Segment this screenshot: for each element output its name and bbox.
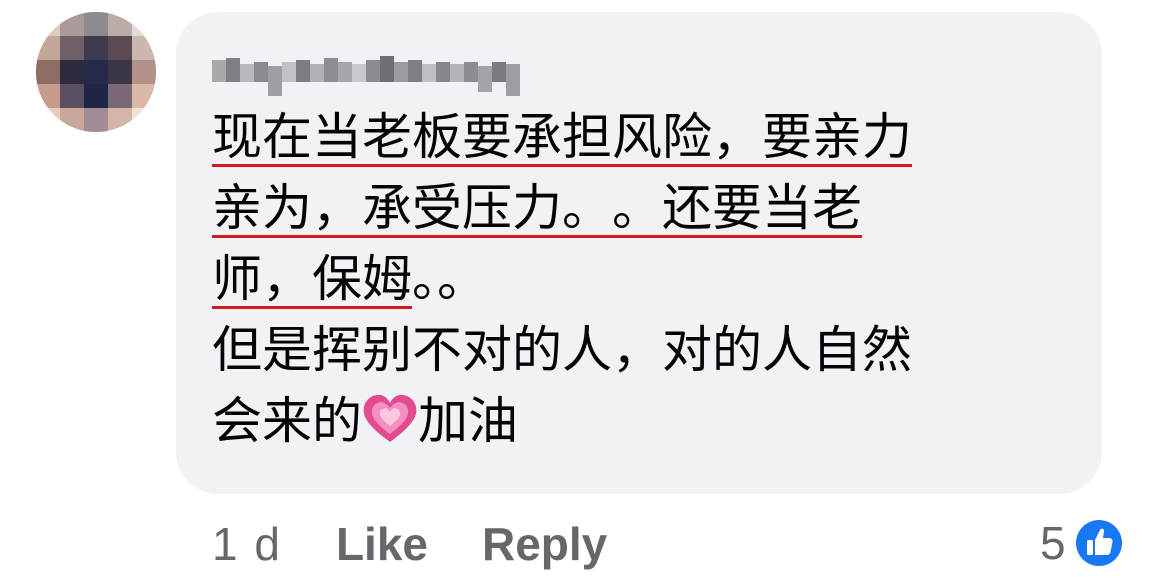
blurred-name-image (212, 56, 520, 96)
comment-fragment: 加油 (418, 392, 518, 450)
comment-fragment: 。。 (412, 250, 487, 308)
reaction-summary[interactable]: 5 (1040, 512, 1126, 574)
comment-fragment: 会来的 (212, 392, 362, 450)
avatar-image (36, 12, 156, 132)
comment-line: 会来的 加油 (212, 386, 1082, 457)
reply-button[interactable]: Reply (482, 517, 607, 571)
like-icon (1072, 517, 1125, 569)
underlined-text: 。还要当老 (612, 173, 862, 244)
comment-line: 现在当老板要承担风险，要亲力 (212, 102, 1082, 173)
timestamp-link[interactable]: 1 d (212, 517, 282, 571)
underlined-text: 师，保姆 (212, 244, 412, 315)
comment-line: 师，保姆。。 (212, 244, 1082, 315)
comment-actions: 1 d Like Reply (212, 514, 661, 574)
reaction-count: 5 (1040, 517, 1066, 569)
growing-heart-icon (363, 394, 417, 442)
author-name-blurred[interactable] (212, 54, 530, 100)
comment-line: 但是挥别不对的人，对的人自然 (212, 321, 912, 379)
underlined-text: 亲为，承受压力。 (212, 173, 612, 244)
avatar[interactable] (36, 12, 156, 132)
like-button[interactable]: Like (336, 517, 428, 571)
comment-line: 亲为，承受压力。。还要当老 (212, 173, 1082, 244)
comment-bubble: 现在当老板要承担风险，要亲力 亲为，承受压力。。还要当老 师，保姆。。 但是挥别… (176, 12, 1102, 494)
comment-text: 现在当老板要承担风险，要亲力 亲为，承受压力。。还要当老 师，保姆。。 但是挥别… (212, 102, 1082, 457)
underlined-text: 现在当老板要承担风险，要亲力 (212, 102, 912, 173)
